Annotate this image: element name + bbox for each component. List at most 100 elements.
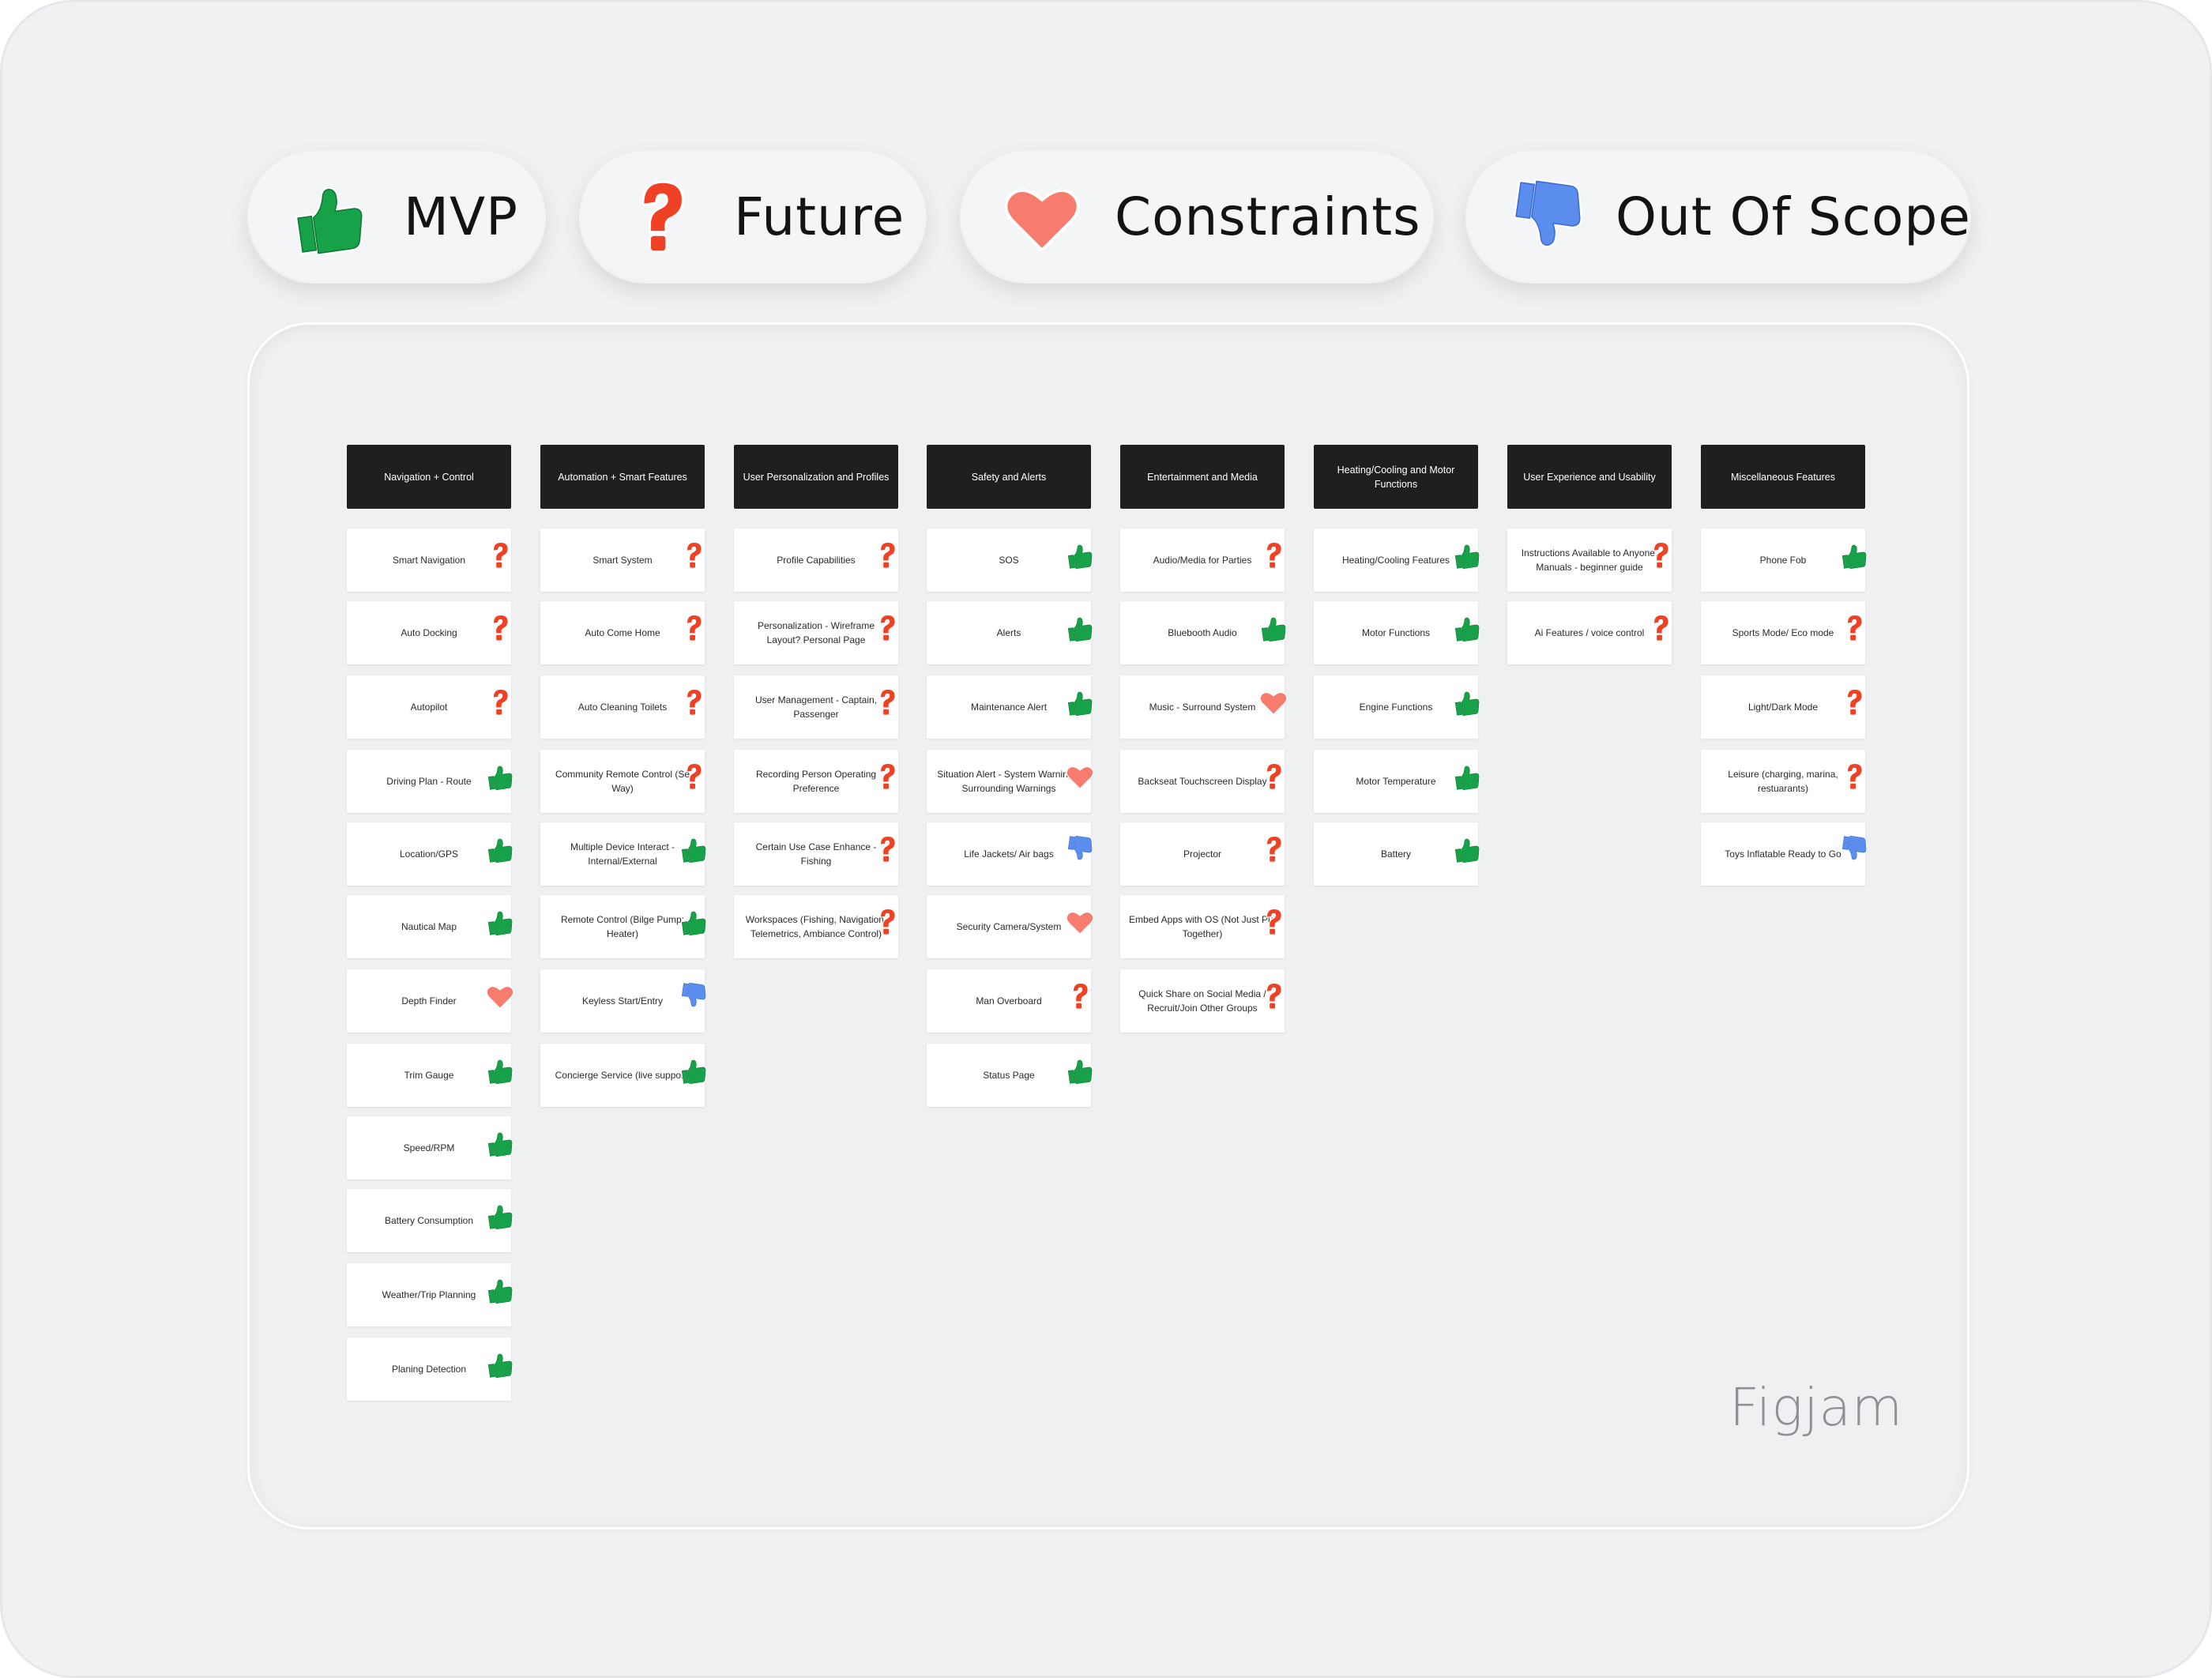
- column-header[interactable]: Navigation + Control: [347, 445, 511, 509]
- thumbs-down-icon[interactable]: [1064, 833, 1096, 865]
- sticky-card[interactable]: Instructions Available to Anyone, Manual…: [1507, 529, 1672, 592]
- question-mark-icon[interactable]: [1645, 612, 1676, 644]
- question-mark-icon[interactable]: [871, 761, 903, 792]
- sticky-card[interactable]: Personalization - Wireframe Layout? Pers…: [734, 601, 898, 664]
- thumbs-up-icon[interactable]: [1064, 540, 1096, 571]
- question-mark-icon[interactable]: [484, 540, 516, 571]
- sticky-card[interactable]: Motor Temperature: [1314, 750, 1480, 813]
- thumbs-up-icon[interactable]: [678, 833, 709, 865]
- question-mark-icon[interactable]: [871, 612, 903, 644]
- thumbs-up-icon[interactable]: [484, 761, 516, 792]
- sticky-card[interactable]: Multiple Device Interact - Internal/Exte…: [540, 822, 707, 886]
- sticky-card[interactable]: Heating/Cooling Features: [1314, 529, 1480, 592]
- question-mark-icon[interactable]: [1258, 980, 1289, 1012]
- sticky-card[interactable]: Smart System: [540, 529, 705, 592]
- sticky-card[interactable]: Driving Plan - Route: [347, 750, 514, 813]
- column-header[interactable]: User Personalization and Profiles: [734, 445, 898, 509]
- thumbs-up-icon[interactable]: [1064, 687, 1096, 718]
- thumbs-up-icon[interactable]: [1451, 540, 1483, 571]
- sticky-card[interactable]: Battery Consumption: [347, 1189, 514, 1252]
- sticky-card[interactable]: Alerts: [927, 601, 1093, 664]
- thumbs-up-icon[interactable]: [678, 906, 709, 938]
- sticky-card[interactable]: Backseat Touchscreen Display: [1120, 750, 1285, 813]
- sticky-card[interactable]: Security Camera/System: [927, 895, 1094, 958]
- question-mark-icon[interactable]: [871, 833, 903, 865]
- legend-out-of-scope[interactable]: Out Of Scope: [1465, 151, 1971, 284]
- sticky-card[interactable]: Community Remote Control (Se Way): [540, 750, 705, 813]
- sticky-card[interactable]: SOS: [927, 529, 1093, 592]
- question-mark-icon[interactable]: [1838, 687, 1870, 718]
- heart-icon[interactable]: [1064, 906, 1096, 938]
- sticky-card[interactable]: Recording Person Operating Preference: [734, 750, 898, 813]
- sticky-card[interactable]: Nautical Map: [347, 895, 514, 958]
- sticky-card[interactable]: Auto Docking: [347, 601, 511, 664]
- question-mark-icon[interactable]: [1838, 612, 1870, 644]
- sticky-card[interactable]: Sports Mode/ Eco mode: [1701, 601, 1865, 664]
- thumbs-up-icon[interactable]: [1451, 687, 1483, 718]
- thumbs-down-icon[interactable]: [1838, 833, 1870, 865]
- thumbs-up-icon[interactable]: [1064, 1055, 1096, 1086]
- sticky-card[interactable]: Speed/RPM: [347, 1116, 514, 1179]
- sticky-card[interactable]: Status Page: [927, 1044, 1093, 1107]
- thumbs-up-icon[interactable]: [484, 1349, 516, 1380]
- sticky-card[interactable]: Engine Functions: [1314, 675, 1480, 739]
- sticky-card[interactable]: Battery: [1314, 822, 1480, 886]
- thumbs-up-icon[interactable]: [484, 1200, 516, 1232]
- sticky-card[interactable]: Ai Features / voice control: [1507, 601, 1672, 664]
- column-header[interactable]: Automation + Smart Features: [540, 445, 705, 509]
- question-mark-icon[interactable]: [484, 612, 516, 644]
- thumbs-up-icon[interactable]: [1451, 761, 1483, 792]
- question-mark-icon[interactable]: [678, 761, 709, 792]
- sticky-card[interactable]: Leisure (charging, marina, restuarants): [1701, 750, 1865, 813]
- sticky-card[interactable]: Smart Navigation: [347, 529, 511, 592]
- sticky-card[interactable]: Auto Cleaning Toilets: [540, 675, 705, 739]
- thumbs-up-icon[interactable]: [484, 1055, 516, 1086]
- thumbs-up-icon[interactable]: [678, 1055, 709, 1086]
- sticky-card[interactable]: Situation Alert - System Warnings, Surro…: [927, 750, 1094, 813]
- sticky-card[interactable]: Location/GPS: [347, 822, 514, 886]
- question-mark-icon[interactable]: [1258, 906, 1289, 938]
- legend-constraints[interactable]: Constraints: [960, 151, 1434, 284]
- sticky-card[interactable]: Audio/Media for Parties: [1120, 529, 1285, 592]
- column-header[interactable]: Entertainment and Media: [1120, 445, 1285, 509]
- column-header[interactable]: Safety and Alerts: [927, 445, 1091, 509]
- sticky-card[interactable]: Workspaces (Fishing, Navigation, Telemet…: [734, 895, 898, 958]
- sticky-card[interactable]: Quick Share on Social Media / Recruit/Jo…: [1120, 969, 1285, 1033]
- question-mark-icon[interactable]: [678, 612, 709, 644]
- sticky-card[interactable]: Planing Detection: [347, 1338, 514, 1401]
- thumbs-up-icon[interactable]: [1451, 833, 1483, 865]
- sticky-card[interactable]: Toys Inflatable Ready to Go: [1701, 822, 1868, 886]
- sticky-card[interactable]: Man Overboard: [927, 969, 1091, 1033]
- sticky-card[interactable]: Depth Finder: [347, 969, 514, 1033]
- thumbs-up-icon[interactable]: [1064, 612, 1096, 644]
- sticky-card[interactable]: Concierge Service (live support): [540, 1044, 707, 1107]
- heart-icon[interactable]: [1258, 687, 1289, 718]
- thumbs-up-icon[interactable]: [484, 1274, 516, 1306]
- sticky-card[interactable]: Projector: [1120, 822, 1285, 886]
- question-mark-icon[interactable]: [1258, 833, 1289, 865]
- sticky-card[interactable]: Music - Surround System: [1120, 675, 1288, 739]
- question-mark-icon[interactable]: [1258, 540, 1289, 571]
- sticky-card[interactable]: Keyless Start/Entry: [540, 969, 707, 1033]
- question-mark-icon[interactable]: [678, 540, 709, 571]
- sticky-card[interactable]: Bluebooth Audio: [1120, 601, 1287, 664]
- question-mark-icon[interactable]: [871, 906, 903, 938]
- legend-mvp[interactable]: MVP: [247, 151, 546, 284]
- thumbs-up-icon[interactable]: [1838, 540, 1870, 571]
- sticky-card[interactable]: Auto Come Home: [540, 601, 705, 664]
- question-mark-icon[interactable]: [871, 687, 903, 718]
- question-mark-icon[interactable]: [1838, 761, 1870, 792]
- column-header[interactable]: Miscellaneous Features: [1701, 445, 1865, 509]
- sticky-card[interactable]: Autopilot: [347, 675, 511, 739]
- question-mark-icon[interactable]: [484, 687, 516, 718]
- thumbs-up-icon[interactable]: [1258, 612, 1289, 644]
- question-mark-icon[interactable]: [1064, 980, 1096, 1012]
- question-mark-icon[interactable]: [871, 540, 903, 571]
- sticky-card[interactable]: Phone Fob: [1701, 529, 1868, 592]
- sticky-card[interactable]: Trim Gauge: [347, 1044, 514, 1107]
- thumbs-up-icon[interactable]: [484, 833, 516, 865]
- sticky-card[interactable]: Embed Apps with OS (Not Just Put Togethe…: [1120, 895, 1285, 958]
- heart-icon[interactable]: [1064, 761, 1096, 792]
- heart-icon[interactable]: [484, 980, 516, 1012]
- question-mark-icon[interactable]: [678, 687, 709, 718]
